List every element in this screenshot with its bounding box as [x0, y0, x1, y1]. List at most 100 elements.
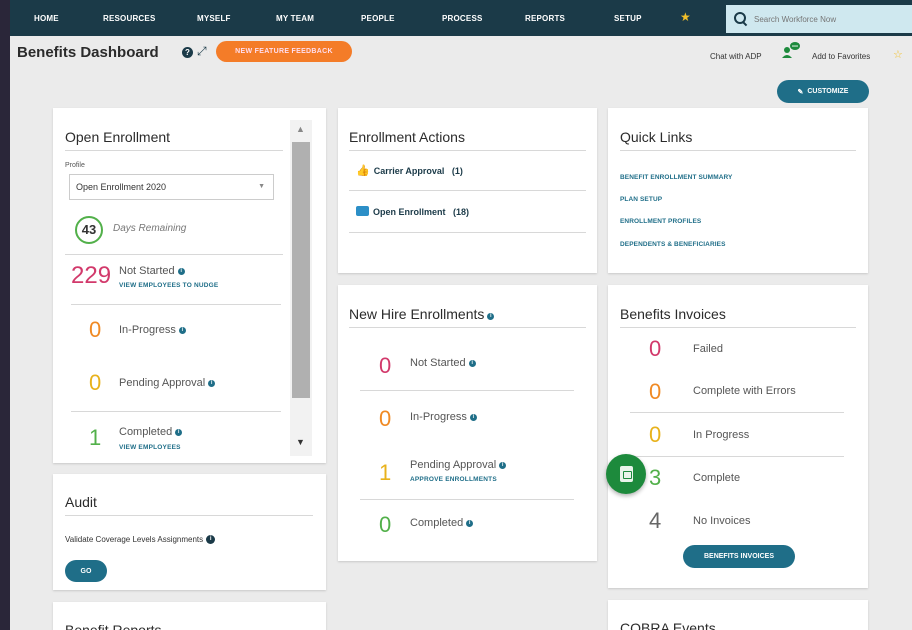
customize-button[interactable]: ✎ CUSTOMIZE	[777, 80, 869, 103]
card-title: Open Enrollment	[65, 129, 171, 145]
card-title: Enrollment Actions	[349, 129, 465, 145]
profile-select[interactable]: Open Enrollment 2020 ▼	[69, 174, 274, 200]
enrollment-actions-card: Enrollment Actions 👍 Carrier Approval (1)…	[338, 108, 597, 273]
nav-setup[interactable]: SETUP	[614, 14, 642, 23]
completed-count: 1	[89, 425, 102, 450]
scroll-down-icon[interactable]: ▼	[296, 437, 305, 447]
document-fab-button[interactable]	[606, 454, 646, 494]
profile-select-value: Open Enrollment 2020	[76, 182, 167, 192]
benefits-invoices-card: Benefits Invoices 0 Failed 0 Complete wi…	[608, 285, 868, 588]
complete-with-errors-count: 0	[649, 379, 662, 404]
in-progress-count: 0	[89, 317, 102, 342]
scroll-thumb[interactable]	[292, 142, 310, 398]
card-title: COBRA Events	[620, 620, 716, 630]
feedback-button[interactable]: NEW FEATURE FEEDBACK	[216, 41, 352, 62]
info-icon[interactable]: i	[178, 327, 186, 334]
pending-approval-label: Pending Approval i	[119, 377, 216, 389]
expand-icon[interactable]: ⤢	[197, 44, 207, 59]
not-started-count: 0	[379, 353, 392, 378]
open-enrollment-link[interactable]: Open Enrollment (18)	[356, 206, 469, 217]
app-frame: HOME RESOURCES MYSELF MY TEAM PEOPLE PRO…	[10, 0, 912, 630]
nav-reports[interactable]: REPORTS	[525, 14, 565, 23]
card-title: Quick Links	[620, 129, 693, 145]
completed-label: Completed i	[119, 426, 183, 438]
divider	[630, 456, 844, 457]
top-nav: HOME RESOURCES MYSELF MY TEAM PEOPLE PRO…	[10, 0, 912, 36]
nav-people[interactable]: PEOPLE	[361, 14, 395, 23]
in-progress-count: 0	[649, 422, 662, 447]
info-icon[interactable]: i	[469, 414, 477, 421]
divider	[349, 190, 586, 191]
new-hire-enrollments-card: New Hire Enrollments i 0 Not Started i 0 I…	[338, 285, 597, 561]
info-icon[interactable]: i	[468, 360, 476, 367]
scrollbar[interactable]: ▲ ▼	[290, 120, 312, 456]
pending-approval-label: Pending Approval i	[410, 459, 507, 471]
pending-approval-count: 0	[89, 370, 102, 395]
info-icon[interactable]: i	[208, 380, 216, 387]
quick-link-dependents[interactable]: DEPENDENTS & BENEFICIARIES	[620, 241, 726, 248]
quick-link-enrollment-summary[interactable]: BENEFIT ENROLLMENT SUMMARY	[620, 174, 733, 181]
divider	[71, 304, 281, 305]
pencil-icon: ✎	[797, 88, 804, 96]
info-icon[interactable]: i	[175, 429, 183, 436]
search-icon	[734, 12, 748, 26]
page-title: Benefits Dashboard	[17, 44, 159, 61]
nav-resources[interactable]: RESOURCES	[103, 14, 155, 23]
divider	[65, 150, 283, 151]
divider	[65, 254, 283, 255]
divider	[349, 150, 586, 151]
open-enrollment-card: Open Enrollment Profile Open Enrollment …	[53, 108, 326, 463]
profile-label: Profile	[65, 162, 85, 169]
pending-approval-count: 1	[379, 460, 392, 485]
info-icon[interactable]: i	[466, 520, 474, 527]
favorite-star-icon[interactable]: ☆	[893, 48, 903, 61]
chat-link[interactable]: Chat with ADP	[710, 52, 762, 61]
nudge-employees-link[interactable]: VIEW EMPLOYEES TO NUDGE	[119, 282, 218, 289]
info-icon[interactable]: i	[177, 268, 185, 275]
in-progress-label: In-Progress i	[410, 411, 477, 423]
no-invoices-label: No Invoices	[693, 515, 751, 527]
scroll-up-icon[interactable]: ▲	[296, 124, 305, 134]
search-box[interactable]	[726, 5, 912, 33]
divider	[620, 150, 856, 151]
favorites-star-icon[interactable]: ★	[680, 10, 691, 24]
search-input[interactable]	[754, 14, 904, 24]
divider	[360, 390, 574, 391]
in-progress-label: In Progress	[693, 429, 750, 441]
cobra-events-card: COBRA Events	[608, 600, 868, 630]
carrier-approval-link[interactable]: 👍 Carrier Approval (1)	[356, 164, 463, 177]
nav-process[interactable]: PROCESS	[442, 14, 483, 23]
in-progress-count: 0	[379, 406, 392, 431]
nav-myself[interactable]: MYSELF	[197, 14, 231, 23]
chat-person-icon[interactable]	[780, 41, 800, 59]
failed-label: Failed	[693, 343, 723, 355]
approve-enrollments-link[interactable]: APPROVE ENROLLMENTS	[410, 476, 497, 483]
audit-card: Audit Validate Coverage Levels Assignmen…	[53, 474, 326, 590]
go-button[interactable]: GO	[65, 560, 107, 582]
add-to-favorites-link[interactable]: Add to Favorites	[812, 52, 870, 61]
days-remaining-badge: 43	[75, 216, 103, 244]
divider	[349, 327, 586, 328]
divider	[360, 499, 574, 500]
info-icon[interactable]: i	[206, 535, 216, 544]
info-icon[interactable]: i	[499, 462, 507, 469]
completed-label: Completed i	[410, 517, 474, 529]
customize-label: CUSTOMIZE	[807, 88, 849, 95]
quick-link-enrollment-profiles[interactable]: ENROLLMENT PROFILES	[620, 218, 701, 225]
in-progress-label: In-Progress i	[119, 324, 186, 336]
info-icon[interactable]: i	[487, 313, 495, 320]
divider	[71, 411, 281, 412]
nav-home[interactable]: HOME	[34, 14, 59, 23]
completed-count: 0	[379, 512, 392, 537]
thumbs-up-icon: 👍	[356, 165, 370, 177]
quick-link-plan-setup[interactable]: PLAN SETUP	[620, 196, 662, 203]
divider	[620, 327, 856, 328]
help-icon[interactable]: ?	[182, 47, 193, 58]
complete-count: 3	[649, 465, 662, 490]
complete-label: Complete	[693, 472, 741, 484]
nav-my-team[interactable]: MY TEAM	[276, 14, 314, 23]
view-employees-link[interactable]: VIEW EMPLOYEES	[119, 444, 181, 451]
days-remaining-label: Days Remaining	[113, 223, 187, 234]
benefits-invoices-button[interactable]: BENEFITS INVOICES	[683, 545, 795, 568]
benefit-reports-card: Benefit Reports	[53, 602, 326, 630]
